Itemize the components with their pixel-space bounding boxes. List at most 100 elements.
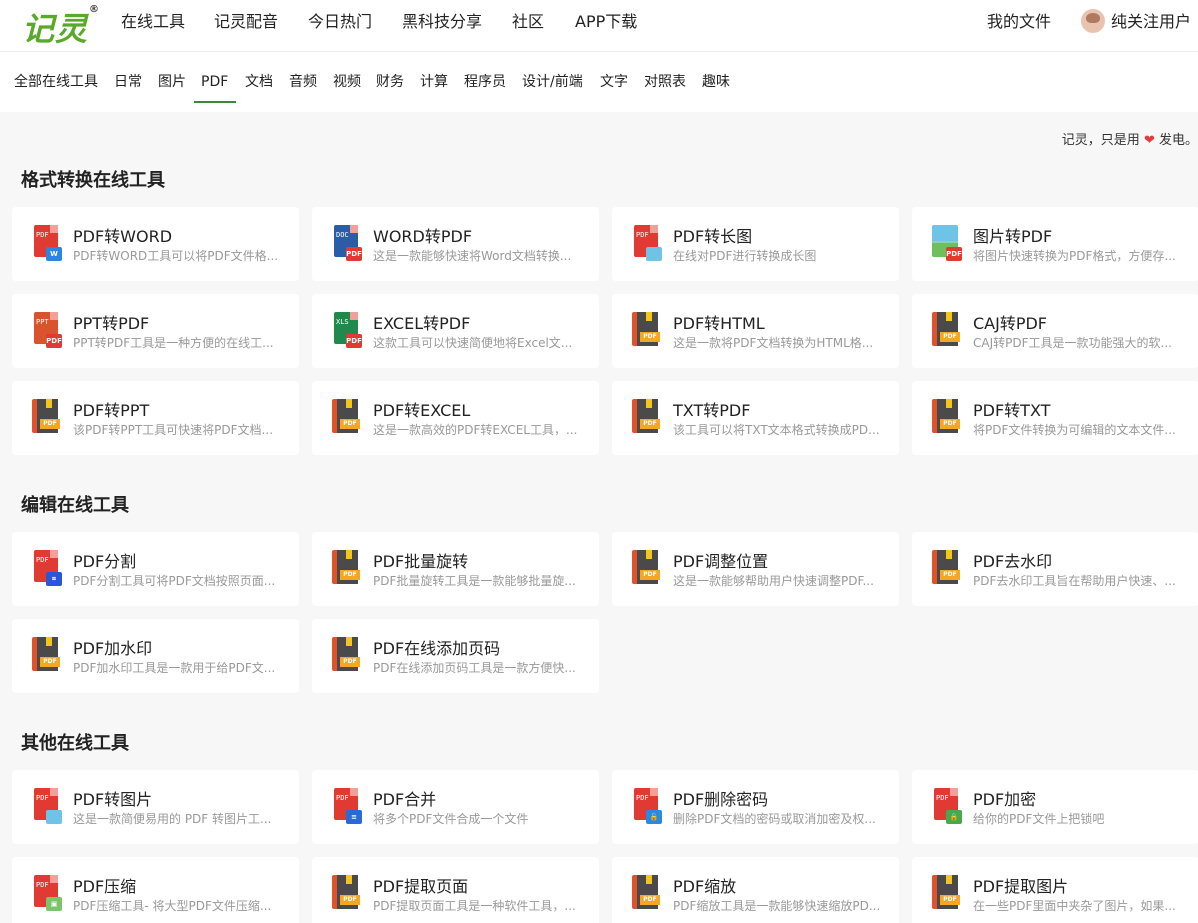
tool-card-title: PDF提取页面	[373, 877, 469, 896]
slogan-text: 记灵，只是用	[1061, 133, 1140, 148]
category-daily[interactable]: 日常	[114, 73, 142, 91]
tool-card[interactable]: DOC PDF WORD转PDF 这是一款能够快速将Word文档转换...	[312, 207, 599, 281]
pdf-unlock-icon: PDF 🔓	[632, 788, 662, 824]
category-audio[interactable]: 音频	[289, 73, 317, 91]
tool-card-title: EXCEL转PDF	[373, 314, 471, 333]
tool-card-description: 给你的PDF文件上把锁吧	[973, 812, 1105, 826]
section-title: 编辑在线工具	[21, 495, 129, 516]
nav-app-download[interactable]: APP下载	[575, 12, 637, 32]
tool-card-title: 图片转PDF	[973, 227, 1053, 246]
category-image[interactable]: 图片	[158, 73, 186, 91]
my-files-link[interactable]: 我的文件	[987, 12, 1051, 32]
tool-card[interactable]: PDF PDF提取页面 PDF提取页面工具是一种软件工具，...	[312, 857, 599, 923]
tool-card[interactable]: PDF PDF加水印 PDF加水印工具是一款用于给PDF文...	[12, 619, 299, 693]
tool-card-title: PDF转PPT	[73, 401, 150, 420]
category-pdf[interactable]: PDF	[201, 73, 228, 91]
tool-card-title: PDF分割	[73, 552, 137, 571]
tool-card-description: PDF去水印工具旨在帮助用户快速、...	[973, 574, 1176, 588]
tool-card[interactable]: PDF 图片转PDF 将图片快速转换为PDF格式，方便存...	[912, 207, 1198, 281]
tool-card[interactable]: PDF PDF转PPT 该PDF转PPT工具可快速将PDF文档...	[12, 381, 299, 455]
tool-card-title: CAJ转PDF	[973, 314, 1048, 333]
tool-card[interactable]: PDF PDF转TXT 将PDF文件转换为可编辑的文本文件...	[912, 381, 1198, 455]
tool-card[interactable]: PDF PDF在线添加页码 PDF在线添加页码工具是一款方便快...	[312, 619, 599, 693]
tool-card[interactable]: PDF 🔒 PDF加密给你的PDF文件上把锁吧	[912, 770, 1198, 844]
tool-card-title: WORD转PDF	[373, 227, 473, 246]
nav-jiling-dubbing[interactable]: 记灵配音	[214, 12, 278, 32]
tool-card-description: 这是一款能够帮助用户快速调整PDF...	[673, 574, 874, 588]
tool-card-description: PDF在线添加页码工具是一款方便快...	[373, 661, 576, 675]
pdf-book-icon: PDF	[632, 875, 662, 911]
tool-card[interactable]: PDF PDF提取图片 在一些PDF里面中夹杂了图片，如果...	[912, 857, 1198, 923]
nav-tech-share[interactable]: 黑科技分享	[402, 12, 482, 32]
tool-card[interactable]: PPT PDF PPT转PDF PPT转PDF工具是一种方便的在线工...	[12, 294, 299, 368]
tool-card[interactable]: PDF ⌗ PDF分割 PDF分割工具可将PDF文档按照页面...	[12, 532, 299, 606]
nav-online-tools[interactable]: 在线工具	[121, 12, 185, 32]
tool-card[interactable]: PDF PDF转HTML 这是一款将PDF文档转换为HTML格...	[612, 294, 899, 368]
tool-card-description: 这是一款能够快速将Word文档转换...	[373, 249, 572, 263]
tool-card-description: 这款工具可以快速简便地将Excel文...	[373, 336, 573, 350]
tool-card[interactable]: PDF TXT转PDF 该工具可以将TXT文本格式转换成PD...	[612, 381, 899, 455]
category-text[interactable]: 文字	[600, 73, 628, 91]
tool-card[interactable]: PDF 🔓 PDF删除密码 删除PDF文档的密码或取消加密及权...	[612, 770, 899, 844]
category-reference[interactable]: 对照表	[644, 73, 686, 91]
tool-card-description: 将多个PDF文件合成一个文件	[373, 812, 529, 826]
tool-card[interactable]: PDF PDF去水印 PDF去水印工具旨在帮助用户快速、...	[912, 532, 1198, 606]
tool-card-description: 该工具可以将TXT文本格式转换成PD...	[673, 423, 880, 437]
category-document[interactable]: 文档	[245, 73, 273, 91]
tool-card[interactable]: PDF PDF转图片 这是一款简便易用的 PDF 转图片工...	[12, 770, 299, 844]
pdf-merge-icon: PDF ≡	[332, 788, 362, 824]
site-logo[interactable]: 记灵 ®	[22, 4, 99, 50]
tool-card-title: TXT转PDF	[673, 401, 751, 420]
top-navbar: 记灵 ® 在线工具 记灵配音 今日热门 黑科技分享 社区 APP下载 我的文件 …	[0, 0, 1198, 52]
heart-icon: ❤	[1143, 133, 1155, 148]
pdf-book-icon: PDF	[32, 637, 62, 673]
nav-today-hot[interactable]: 今日热门	[308, 12, 372, 32]
tool-card[interactable]: PDF CAJ转PDF CAJ转PDF工具是一款功能强大的软...	[912, 294, 1198, 368]
username-link[interactable]: 纯关注用户	[1111, 12, 1191, 32]
pdf-book-icon: PDF	[32, 399, 62, 435]
category-all[interactable]: 全部在线工具	[14, 73, 98, 91]
nav-community[interactable]: 社区	[512, 12, 544, 32]
slogan-suffix: 发电。	[1158, 133, 1198, 148]
section-title: 格式转换在线工具	[21, 170, 165, 191]
registered-mark: ®	[89, 4, 101, 15]
tool-card-description: PDF缩放工具是一款能够快速缩放PD...	[673, 899, 881, 913]
image-to-pdf-icon: PDF	[932, 225, 962, 261]
category-fun[interactable]: 趣味	[702, 73, 730, 91]
pdf-compress-icon: PDF ▣	[32, 875, 62, 911]
category-design[interactable]: 设计/前端	[522, 73, 583, 91]
user-avatar[interactable]	[1081, 9, 1105, 33]
tool-card-title: PDF批量旋转	[373, 552, 469, 571]
tool-card[interactable]: PDF ▣ PDF压缩 PDF压缩工具- 将大型PDF文件压缩...	[12, 857, 299, 923]
tool-card[interactable]: PDF PDF批量旋转 PDF批量旋转工具是一款能够批量旋...	[312, 532, 599, 606]
tool-card[interactable]: PDF ≡ PDF合并 将多个PDF文件合成一个文件	[312, 770, 599, 844]
ppt-to-pdf-icon: PPT PDF	[32, 312, 62, 348]
tool-card-title: PDF加密	[973, 790, 1037, 809]
tool-card-title: PDF在线添加页码	[373, 639, 501, 658]
tool-card[interactable]: PDF PDF转EXCEL 这是一款高效的PDF转EXCEL工具，...	[312, 381, 599, 455]
pdf-book-icon: PDF	[632, 399, 662, 435]
tool-card-title: PPT转PDF	[73, 314, 150, 333]
category-finance[interactable]: 财务	[376, 73, 404, 91]
pdf-to-image-icon: PDF	[32, 788, 62, 824]
category-programmer[interactable]: 程序员	[464, 73, 506, 91]
category-calculate[interactable]: 计算	[420, 73, 448, 91]
category-video[interactable]: 视频	[333, 73, 361, 91]
pdf-lock-icon: PDF 🔒	[932, 788, 962, 824]
tool-card-title: PDF压缩	[73, 877, 137, 896]
tool-card[interactable]: PDF W PDF转WORD PDF转WORD工具可以将PDF文件格...	[12, 207, 299, 281]
pdf-book-icon: PDF	[632, 312, 662, 348]
pdf-book-icon: PDF	[932, 875, 962, 911]
tool-card-title: PDF加水印	[73, 639, 153, 658]
tool-card-description: 将PDF文件转换为可编辑的文本文件...	[973, 423, 1176, 437]
tool-card[interactable]: PDF PDF缩放 PDF缩放工具是一款能够快速缩放PD...	[612, 857, 899, 923]
pdf-to-word-icon: PDF W	[32, 225, 62, 261]
tool-card[interactable]: XLS PDF EXCEL转PDF 这款工具可以快速简便地将Excel文...	[312, 294, 599, 368]
tool-card[interactable]: PDF PDF转长图 在线对PDF进行转换成长图	[612, 207, 899, 281]
tool-card[interactable]: PDF PDF调整位置 这是一款能够帮助用户快速调整PDF...	[612, 532, 899, 606]
pdf-book-icon: PDF	[332, 399, 362, 435]
pdf-book-icon: PDF	[632, 550, 662, 586]
pdf-book-icon: PDF	[932, 550, 962, 586]
tool-card-title: PDF转WORD	[73, 227, 173, 246]
tool-card-title: PDF提取图片	[973, 877, 1069, 896]
